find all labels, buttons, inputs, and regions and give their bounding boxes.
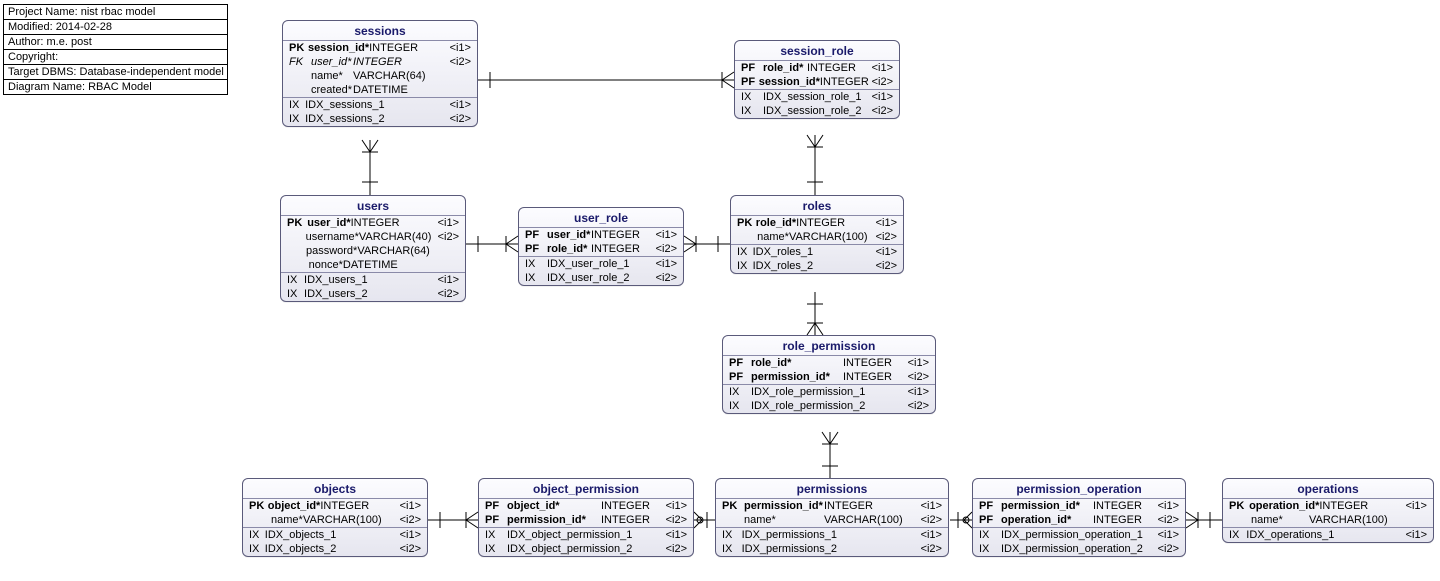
entity-title: user_role [519,208,683,228]
rel-users-userrole [466,236,518,252]
entity-title: sessions [283,21,477,41]
entity-user-role[interactable]: user_role PFuser_id*INTEGER<i1> PFrole_i… [518,207,684,286]
entity-roles[interactable]: roles PKrole_id*INTEGER<i1> name*VARCHAR… [730,195,904,274]
entity-objects[interactable]: objects PKobject_id*INTEGER<i1> name*VAR… [242,478,428,557]
rel-permissions-permop [950,512,972,528]
rel-roles-rolepermission [807,292,823,335]
meta-project: Project Name: nist rbac model [4,5,227,20]
entity-permission-operation[interactable]: permission_operation PFpermission_id*INT… [972,478,1186,557]
entity-title: users [281,196,465,216]
rel-users-sessions [362,140,378,195]
rel-objects-objectpermission [428,512,478,528]
entity-sessions[interactable]: sessions PKsession_id*INTEGER<i1> FKuser… [282,20,478,127]
meta-dbms: Target DBMS: Database-independent model [4,65,227,80]
rel-roles-sessionrole [807,135,823,195]
entity-permissions[interactable]: permissions PKpermission_id*INTEGER<i1> … [715,478,949,557]
meta-diagram: Diagram Name: RBAC Model [4,80,227,94]
entity-session-role[interactable]: session_role PFrole_id*INTEGER<i1> PFses… [734,40,900,119]
rel-operations-permop [1186,512,1222,528]
entity-role-permission[interactable]: role_permission PFrole_id*INTEGER<i1> PF… [722,335,936,414]
metadata-box: Project Name: nist rbac model Modified: … [3,4,228,95]
entity-operations[interactable]: operations PKoperation_id*INTEGER<i1> na… [1222,478,1434,543]
entity-object-permission[interactable]: object_permission PFobject_id*INTEGER<i1… [478,478,694,557]
entity-title: role_permission [723,336,935,356]
rel-roles-userrole [684,236,730,252]
rel-sessions-sessionrole [478,72,734,88]
entity-title: objects [243,479,427,499]
rel-permissions-objectpermission [694,512,715,528]
entity-title: permissions [716,479,948,499]
entity-users[interactable]: users PKuser_id*INTEGER<i1> username*VAR… [280,195,466,302]
entity-title: roles [731,196,903,216]
rel-permissions-rolepermission [822,432,838,478]
meta-copyright: Copyright: [4,50,227,65]
entity-title: permission_operation [973,479,1185,499]
entity-title: object_permission [479,479,693,499]
entity-title: session_role [735,41,899,61]
entity-title: operations [1223,479,1433,499]
meta-author: Author: m.e. post [4,35,227,50]
meta-modified: Modified: 2014-02-28 [4,20,227,35]
